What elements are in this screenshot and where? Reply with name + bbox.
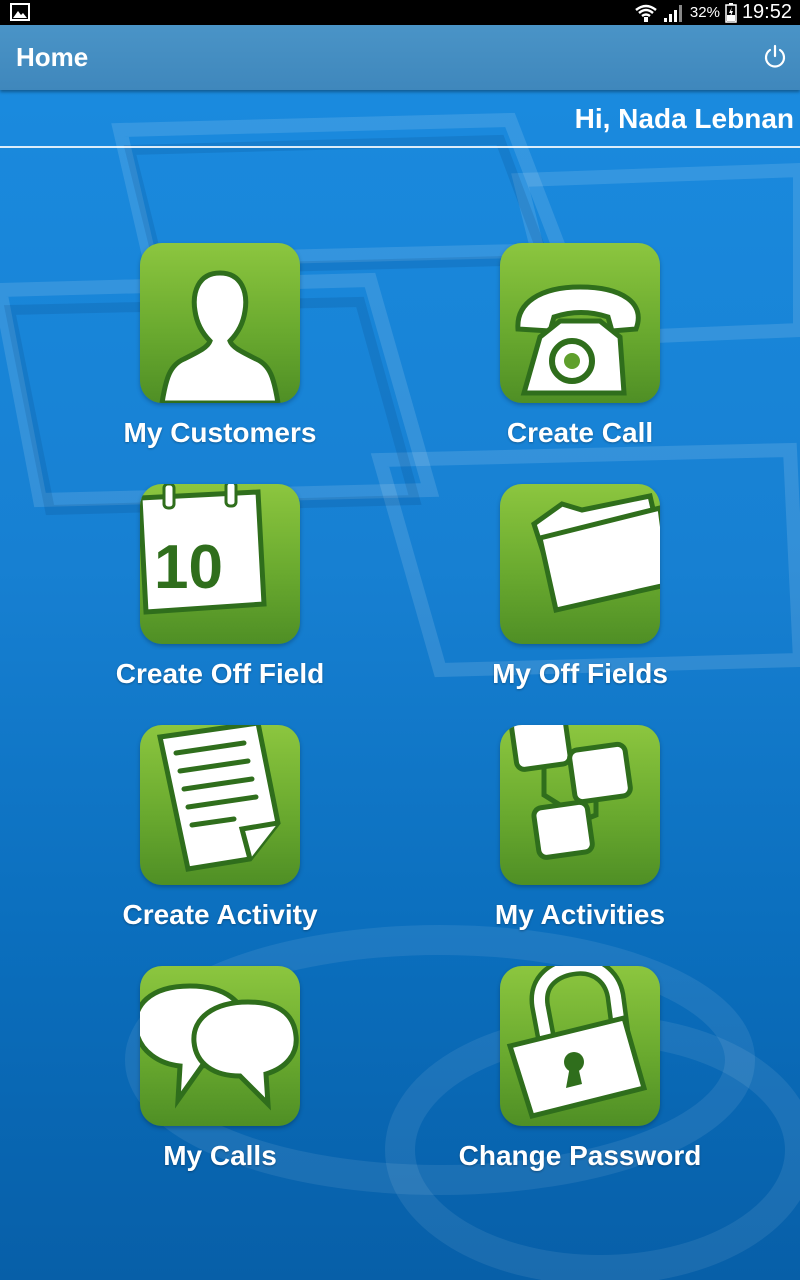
wifi-icon: [635, 4, 657, 22]
my-calls-tile[interactable]: My Calls: [100, 966, 340, 1176]
clock: 19:52: [741, 1, 792, 23]
tile-label: Create Activity: [122, 899, 318, 930]
chat-bubbles-icon: [140, 966, 300, 1126]
tile-label: Change Password: [458, 1140, 702, 1171]
battery-icon: [725, 2, 737, 23]
action-bar: Home: [0, 25, 800, 90]
my-customers-tile[interactable]: My Customers: [100, 243, 340, 453]
page-title: Home: [16, 42, 89, 72]
gallery-notification-icon: [10, 3, 30, 21]
calendar-icon: 10: [140, 484, 300, 644]
person-icon: [140, 243, 300, 403]
tile-label: My Off Fields: [492, 658, 668, 689]
create-activity-tile[interactable]: Create Activity: [100, 725, 340, 935]
calendar-day: 10: [154, 533, 223, 602]
tile-label: My Activities: [494, 899, 666, 930]
telephone-icon: [500, 243, 660, 403]
power-icon[interactable]: [762, 44, 788, 70]
tile-label: My Customers: [123, 417, 317, 448]
padlock-icon: [500, 966, 660, 1126]
divider: [0, 146, 800, 148]
document-icon: [140, 725, 300, 885]
status-bar: 32% 19:52: [0, 0, 800, 25]
folder-icon: [500, 484, 660, 644]
battery-percent: 32%: [689, 4, 720, 21]
my-off-fields-tile[interactable]: My Off Fields: [460, 484, 700, 694]
change-password-tile[interactable]: Change Password: [459, 966, 701, 1176]
tile-label: My Calls: [163, 1140, 277, 1171]
greeting: Hi, Nada Lebnan: [574, 103, 794, 134]
signal-icon: [663, 4, 682, 22]
tile-label: Create Call: [506, 417, 654, 448]
create-off-field-tile[interactable]: 10 Create Off Field: [100, 484, 340, 694]
flowchart-icon: [500, 725, 660, 885]
tile-label: Create Off Field: [115, 658, 325, 689]
create-call-tile[interactable]: Create Call: [460, 243, 700, 453]
my-activities-tile[interactable]: My Activities: [460, 725, 700, 935]
